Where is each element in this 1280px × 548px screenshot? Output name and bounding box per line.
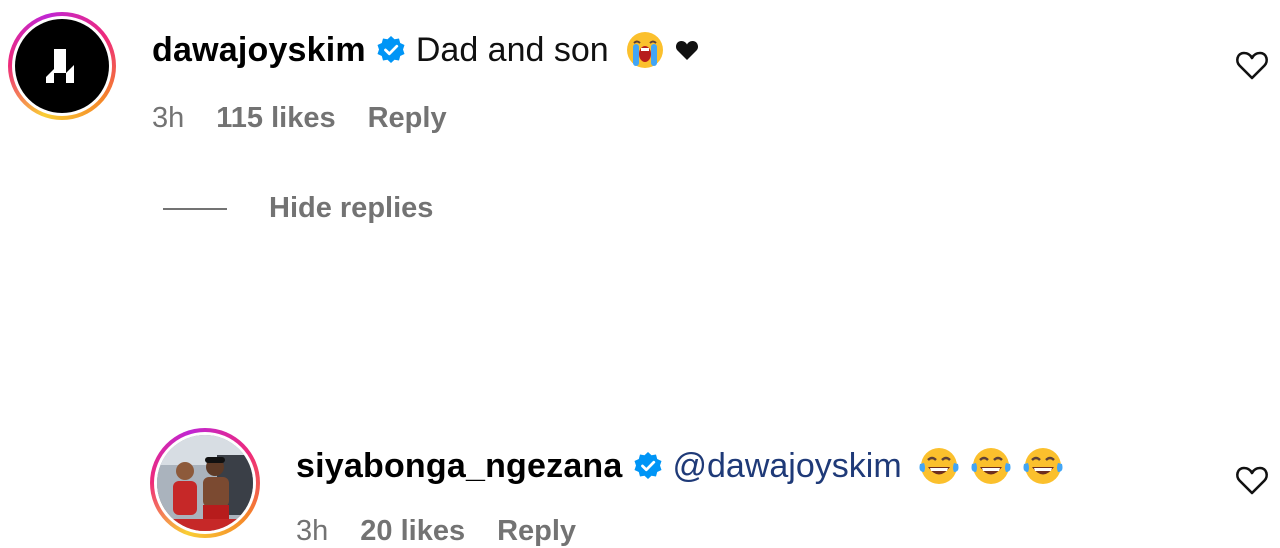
loudly-crying-face-icon bbox=[625, 30, 665, 70]
reply-meta: 3h 20 likes Reply bbox=[296, 515, 576, 548]
comment-likes-count[interactable]: 20 likes bbox=[360, 515, 465, 548]
like-heart-icon[interactable] bbox=[1235, 465, 1269, 500]
profile-photo bbox=[157, 435, 253, 531]
reply-button[interactable]: Reply bbox=[368, 102, 447, 135]
mention-link[interactable]: @dawajoyskim bbox=[673, 447, 902, 486]
divider bbox=[163, 207, 227, 210]
comment-meta: 3h 115 likes Reply bbox=[152, 102, 447, 135]
face-with-tears-of-joy-icon bbox=[1022, 446, 1064, 486]
replies-toggle[interactable]: Hide replies bbox=[163, 192, 433, 225]
comment-timestamp: 3h bbox=[152, 102, 185, 134]
comment-text: Dad and son bbox=[415, 30, 609, 69]
like-heart-icon[interactable] bbox=[1235, 50, 1269, 85]
comment-likes-count[interactable]: 115 likes bbox=[216, 102, 335, 135]
verified-badge-icon bbox=[633, 451, 663, 481]
avatar-siyabonga-ngezana[interactable] bbox=[150, 428, 260, 538]
reply-button[interactable]: Reply bbox=[497, 515, 576, 548]
comment-username[interactable]: dawajoyskim bbox=[152, 31, 366, 70]
comment-timestamp: 3h bbox=[296, 515, 329, 547]
face-with-tears-of-joy-icon bbox=[918, 446, 960, 486]
black-heart-icon bbox=[675, 39, 699, 61]
face-with-tears-of-joy-icon bbox=[970, 446, 1012, 486]
comment-username[interactable]: siyabonga_ngezana bbox=[296, 447, 623, 486]
reply-header: siyabonga_ngezana @dawajoyskim bbox=[296, 446, 1064, 486]
brand-logo-icon bbox=[15, 19, 109, 113]
hide-replies-button[interactable]: Hide replies bbox=[269, 192, 433, 225]
verified-badge-icon bbox=[376, 35, 406, 65]
avatar-dawajoyskim[interactable] bbox=[8, 12, 116, 120]
comment-header: dawajoyskim Dad and son bbox=[152, 30, 699, 70]
